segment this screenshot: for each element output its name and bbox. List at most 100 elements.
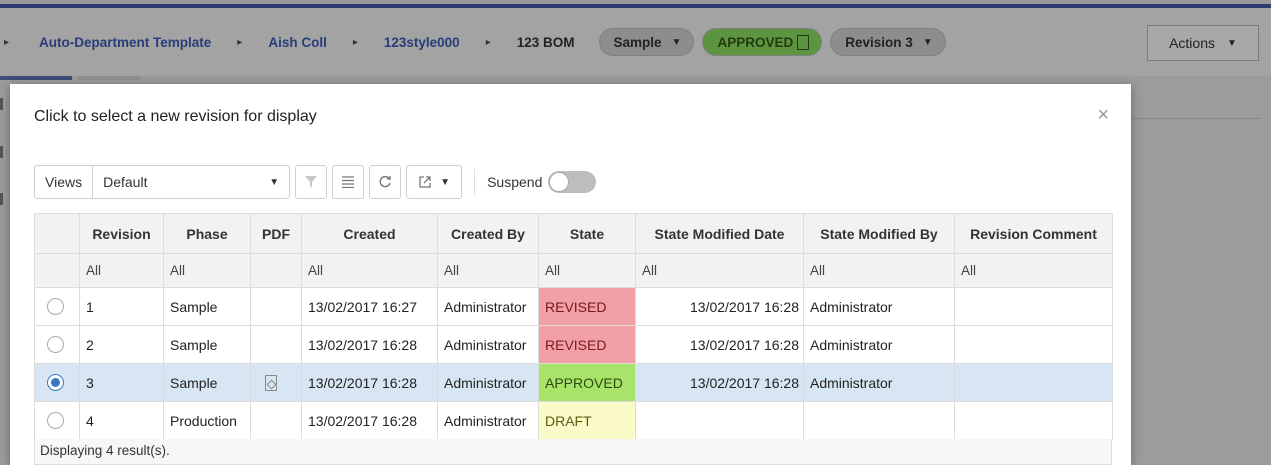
- column-header[interactable]: Revision: [79, 213, 164, 254]
- created-by-cell: Administrator: [437, 363, 539, 402]
- breadcrumb-link-template[interactable]: Auto-Department Template: [39, 35, 211, 50]
- pdf-cell: [250, 325, 302, 364]
- suspend-toggle[interactable]: [548, 171, 597, 193]
- column-filter[interactable]: All: [954, 253, 1113, 288]
- state-cell: REVISED: [538, 325, 636, 364]
- column-header[interactable]: Created: [301, 213, 438, 254]
- state-modified-by-cell: Administrator: [803, 287, 955, 326]
- column-filter[interactable]: All: [635, 253, 804, 288]
- actions-button[interactable]: Actions ▼: [1147, 25, 1259, 61]
- column-header[interactable]: State: [538, 213, 636, 254]
- chevron-down-icon: ▼: [269, 176, 280, 188]
- pdf-cell: [250, 401, 302, 440]
- row-radio[interactable]: [47, 412, 64, 430]
- row-select-cell[interactable]: [34, 287, 80, 326]
- phase-dropdown[interactable]: Sample ▼: [598, 28, 695, 56]
- views-button[interactable]: Views: [34, 165, 94, 199]
- column-header[interactable]: PDF: [250, 213, 302, 254]
- revision-comment-cell: [954, 325, 1113, 364]
- chevron-down-icon: ▼: [440, 176, 451, 188]
- column-filter[interactable]: All: [79, 253, 164, 288]
- created-cell: 13/02/2017 16:28: [301, 325, 438, 364]
- breadcrumb-separator: ▸: [4, 36, 10, 48]
- column-filter[interactable]: All: [538, 253, 636, 288]
- row-select-cell[interactable]: [34, 325, 80, 364]
- pdf-cell[interactable]: [250, 363, 302, 402]
- breadcrumb-separator: ▸: [485, 36, 491, 48]
- pdf-icon[interactable]: [265, 375, 277, 392]
- breadcrumb-separator: ▸: [352, 36, 358, 48]
- background-divider: [1131, 118, 1261, 119]
- refresh-button[interactable]: [369, 165, 402, 199]
- revision-cell: 3: [79, 363, 164, 402]
- column-filter: [250, 253, 302, 288]
- state-modified-by-cell: Administrator: [803, 325, 955, 364]
- row-radio[interactable]: [47, 336, 64, 354]
- column-filter[interactable]: All: [803, 253, 955, 288]
- row-select-cell[interactable]: [34, 401, 80, 440]
- state-cell: APPROVED: [538, 363, 636, 402]
- table-row[interactable]: 3 Sample 13/02/2017 16:28 Administrator APPR…: [34, 363, 1113, 402]
- clear-filter-button[interactable]: [295, 165, 328, 199]
- state-cell: REVISED: [538, 287, 636, 326]
- row-select-cell[interactable]: [34, 363, 80, 402]
- list-icon: [342, 176, 355, 188]
- created-by-cell: Administrator: [437, 287, 539, 326]
- row-radio[interactable]: [47, 298, 64, 316]
- toolbar-divider: [474, 169, 476, 195]
- column-header[interactable]: Phase: [163, 213, 251, 254]
- table-row[interactable]: 1 Sample 13/02/2017 16:27 Administrator REVI…: [34, 287, 1113, 326]
- background-tab-edge: [0, 193, 3, 205]
- row-radio[interactable]: [47, 374, 64, 392]
- column-filter: [34, 253, 80, 288]
- column-filter[interactable]: All: [163, 253, 251, 288]
- phase-cell: Production: [163, 401, 251, 440]
- breadcrumb-link-style[interactable]: 123style000: [384, 35, 460, 50]
- revision-comment-cell: [954, 363, 1113, 402]
- column-header[interactable]: State Modified By: [803, 213, 955, 254]
- view-select-value: Default: [103, 174, 148, 190]
- created-by-cell: Administrator: [437, 401, 539, 440]
- background-tab-edge: [0, 146, 3, 158]
- column-header[interactable]: Revision Comment: [954, 213, 1113, 254]
- state-badge-label: APPROVED: [717, 34, 794, 50]
- revision-select-dialog: Click to select a new revision for displ…: [10, 84, 1131, 465]
- column-filter[interactable]: All: [301, 253, 438, 288]
- page-header: ▸ Auto-Department Template ▸ Aish Coll ▸…: [0, 8, 1271, 76]
- revision-comment-cell: [954, 401, 1113, 440]
- columns-button[interactable]: [332, 165, 365, 199]
- revision-dropdown[interactable]: Revision 3 ▼: [830, 28, 946, 56]
- external-link-icon: [419, 176, 431, 188]
- column-header-select: [34, 213, 80, 254]
- close-icon[interactable]: ×: [1097, 104, 1109, 127]
- breadcrumb: ▸ Auto-Department Template ▸ Aish Coll ▸…: [0, 8, 954, 76]
- table-row[interactable]: 2 Sample 13/02/2017 16:28 Administrator REVI…: [34, 325, 1113, 364]
- state-badge[interactable]: APPROVED: [702, 28, 823, 56]
- export-button[interactable]: ▼: [406, 165, 463, 199]
- suspend-label: Suspend: [487, 174, 543, 190]
- active-tab-indicator: [0, 76, 72, 80]
- background-tab-edge: [0, 98, 3, 110]
- column-filter[interactable]: All: [437, 253, 539, 288]
- tab-indicator: [78, 76, 140, 80]
- grid-footer: Displaying 4 result(s).: [34, 439, 1112, 465]
- revision-comment-cell: [954, 287, 1113, 326]
- dialog-title: Click to select a new revision for displ…: [34, 108, 317, 125]
- table-row[interactable]: 4 Production 13/02/2017 16:28 Administrator…: [34, 401, 1113, 440]
- revisions-grid: Revision Phase PDF Created Created By State St…: [34, 213, 1113, 440]
- grid-filter-row: All All All All All All All All: [34, 253, 1113, 288]
- toggle-knob: [549, 172, 570, 192]
- grid-header-row: Revision Phase PDF Created Created By State St…: [34, 213, 1113, 254]
- chevron-down-icon: ▼: [671, 36, 682, 48]
- state-modified-date-cell: 13/02/2017 16:28: [635, 363, 804, 402]
- state-modified-date-cell: [635, 401, 804, 440]
- state-cell: DRAFT: [538, 401, 636, 440]
- column-header[interactable]: State Modified Date: [635, 213, 804, 254]
- chevron-down-icon: ▼: [1227, 37, 1237, 49]
- column-header[interactable]: Created By: [437, 213, 539, 254]
- state-modified-date-cell: 13/02/2017 16:28: [635, 325, 804, 364]
- view-select[interactable]: Default ▼: [93, 165, 291, 199]
- breadcrumb-link-collection[interactable]: Aish Coll: [268, 35, 327, 50]
- pdf-cell: [250, 287, 302, 326]
- top-accent-bar: [0, 0, 1271, 8]
